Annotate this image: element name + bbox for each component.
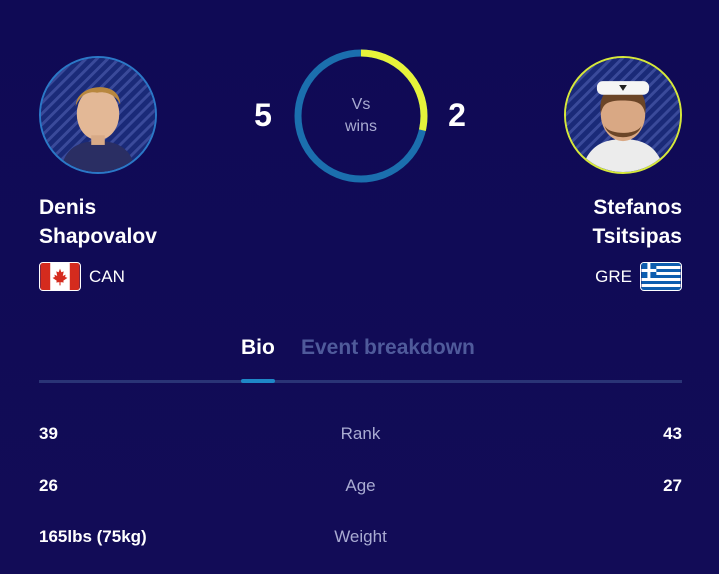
player-first-name: Denis xyxy=(39,196,97,219)
tab-event-breakdown[interactable]: Event breakdown xyxy=(301,336,475,360)
right-wins-count: 2 xyxy=(448,97,466,133)
country-code: GRE xyxy=(595,266,632,286)
player-last-name: Tsitsipas xyxy=(592,225,682,248)
active-tab-indicator xyxy=(241,379,275,383)
player-country-left: CAN xyxy=(39,262,125,291)
player-name-left[interactable]: Denis Shapovalov xyxy=(39,193,209,251)
stat-right-value: 27 xyxy=(663,476,682,495)
greece-flag-icon xyxy=(640,262,682,291)
h2h-label-vs: Vs xyxy=(351,96,371,113)
player-country-right: GRE xyxy=(595,262,682,291)
player-avatar-left[interactable] xyxy=(39,56,157,174)
h2h-label: Vs wins xyxy=(292,94,430,138)
tab-bio[interactable]: Bio xyxy=(241,336,275,360)
player-first-name: Stefanos xyxy=(593,196,682,219)
stat-label: Weight xyxy=(334,527,387,546)
stat-right-value: 43 xyxy=(663,424,682,443)
stat-label: Age xyxy=(345,476,376,495)
player-name-right[interactable]: Stefanos Tsitsipas xyxy=(512,193,682,251)
h2h-label-wins: wins xyxy=(344,118,377,135)
player-avatar-right[interactable] xyxy=(564,56,682,174)
player-photo-tsitsipas xyxy=(566,58,680,172)
stat-label: Rank xyxy=(340,424,381,443)
left-wins-count: 5 xyxy=(254,97,272,133)
head-to-head-panel: Denis Shapovalov CAN 5 Vs wins 2 Stefano… xyxy=(0,0,719,574)
stat-row-age: 26 Age 27 xyxy=(39,476,682,500)
country-code: CAN xyxy=(89,266,125,286)
stat-row-weight: 165lbs (75kg) Weight xyxy=(39,527,682,551)
tab-bar: Bio Event breakdown xyxy=(39,336,682,384)
player-last-name: Shapovalov xyxy=(39,225,157,248)
tab-divider xyxy=(39,380,682,383)
stat-row-rank: 39 Rank 43 xyxy=(39,424,682,448)
canada-flag-icon xyxy=(39,262,81,291)
player-photo-shapovalov xyxy=(41,58,155,172)
